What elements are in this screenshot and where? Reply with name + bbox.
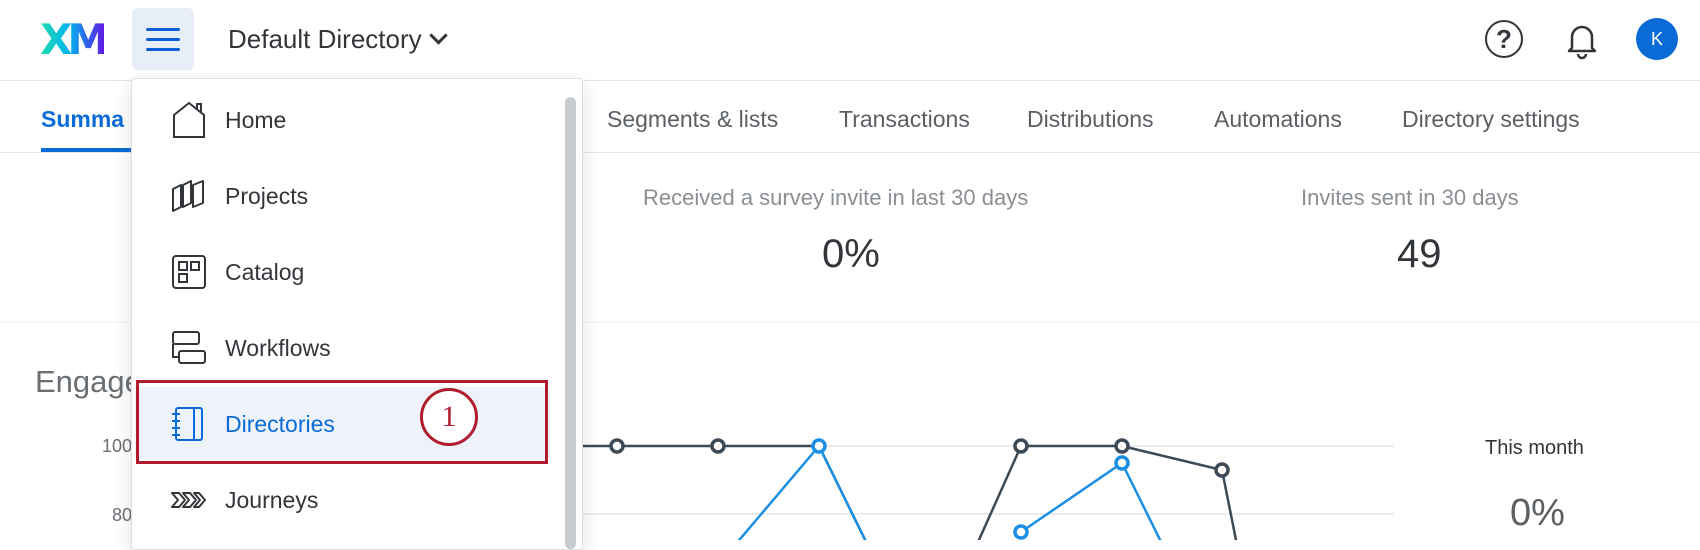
this-month-label: This month [1485, 437, 1584, 459]
projects-icon [172, 180, 204, 212]
dark-series-line-2 [977, 444, 1238, 540]
navigation-menu: Home Projects Catalog Workflows Director… [131, 78, 583, 550]
data-point [609, 438, 625, 454]
data-point [1114, 438, 1130, 454]
annotation-step-badge: 1 [420, 388, 478, 446]
menu-item-label: Projects [225, 183, 309, 209]
data-point [1013, 438, 1029, 454]
menu-item-label: Workflows [225, 335, 331, 361]
menu-item-label: Catalog [225, 259, 305, 285]
data-point [1114, 455, 1130, 471]
menu-item-label: Home [225, 107, 287, 133]
menu-item-label: Journeys [225, 487, 319, 513]
journeys-icon [171, 492, 206, 508]
workflows-icon [172, 331, 206, 364]
menu-item-projects[interactable]: Projects [135, 159, 547, 231]
this-month-value: 0% [1510, 492, 1565, 534]
menu-item-journeys[interactable]: Journeys [135, 463, 547, 535]
data-point [1214, 462, 1230, 478]
directories-icon [172, 407, 203, 441]
blue-series-line-2 [1020, 461, 1162, 540]
dark-series-line [560, 444, 867, 540]
menu-item-catalog[interactable]: Catalog [135, 235, 547, 307]
data-point [1013, 524, 1029, 540]
data-point [710, 438, 726, 454]
catalog-icon [172, 255, 206, 289]
menu-scrollbar-thumb[interactable] [565, 97, 576, 549]
menu-item-home[interactable]: Home [135, 83, 547, 155]
home-icon [173, 101, 205, 138]
menu-item-workflows[interactable]: Workflows [135, 311, 547, 383]
menu-item-directories[interactable]: Directories [135, 387, 547, 459]
menu-item-label: Directories [225, 411, 335, 437]
blue-series-line [737, 443, 867, 540]
data-point [811, 438, 827, 454]
